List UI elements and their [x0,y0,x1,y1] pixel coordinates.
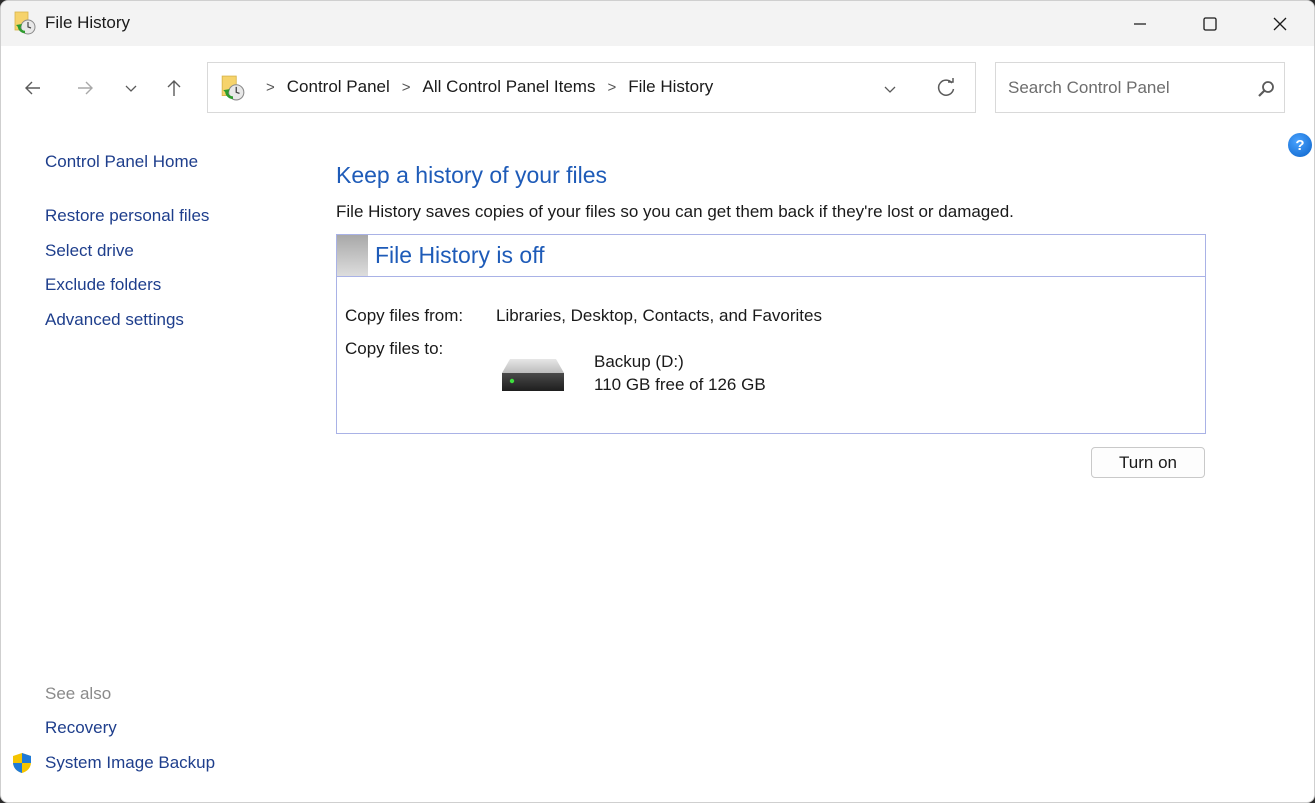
file-history-window: File History > Control Panel > All Contr… [0,0,1315,803]
sidebar-select-drive[interactable]: Select drive [45,241,134,261]
file-history-folder-icon [221,75,245,101]
uac-shield-icon [13,753,31,773]
address-bar[interactable]: > Control Panel > All Control Panel Item… [207,62,976,113]
arrow-up-icon [167,80,181,96]
maximize-button[interactable] [1175,1,1245,46]
status-title: File History is off [375,242,545,268]
breadcrumb-separator: > [401,78,411,96]
sidebar-restore-personal-files[interactable]: Restore personal files [45,206,209,226]
see-also-system-image-backup[interactable]: System Image Backup [45,753,215,773]
search-input[interactable] [1008,75,1238,101]
minimize-icon [1134,22,1146,25]
breadcrumb-control-panel[interactable]: Control Panel [287,77,390,97]
arrow-right-icon [78,81,93,95]
address-dropdown-icon[interactable] [880,79,900,99]
back-button[interactable] [18,73,48,103]
status-panel: File History is off Copy files from: Lib… [336,234,1206,434]
arrow-left-icon [25,81,40,95]
search-box[interactable] [995,62,1285,113]
close-button[interactable] [1245,1,1314,46]
recent-locations-button[interactable] [116,73,146,103]
sidebar-exclude-folders[interactable]: Exclude folders [45,275,161,295]
close-icon [1273,17,1287,30]
breadcrumb-file-history[interactable]: File History [628,77,713,97]
copy-to-label: Copy files to: [345,339,444,358]
minimize-button[interactable] [1105,1,1175,46]
breadcrumb-separator: > [266,78,275,96]
up-button[interactable] [159,73,189,103]
drive-name: Backup (D:) [594,352,684,371]
breadcrumb-all-control-panel-items[interactable]: All Control Panel Items [423,77,596,97]
page-heading: Keep a history of your files [336,162,608,188]
breadcrumb-separator: > [607,78,617,96]
hard-drive-icon [502,359,564,391]
turn-on-button[interactable]: Turn on [1091,447,1205,478]
search-icon[interactable] [1256,79,1276,99]
sidebar-control-panel-home[interactable]: Control Panel Home [45,152,198,172]
help-button[interactable]: ? [1288,133,1312,157]
see-also-label: See also [45,684,112,703]
drive-free-space: 110 GB free of 126 GB [594,375,766,394]
chevron-down-icon [125,85,137,92]
see-also-recovery[interactable]: Recovery [45,718,117,738]
breadcrumb: > Control Panel > All Control Panel Item… [254,77,713,97]
forward-button[interactable] [70,73,100,103]
window-title: File History [45,13,131,32]
copy-from-label: Copy files from: [345,306,464,325]
title-bar[interactable]: File History [1,1,1314,46]
status-header: File History is off [337,235,1205,277]
maximize-icon [1203,16,1217,31]
status-indicator [337,235,368,276]
refresh-icon[interactable] [935,77,957,99]
page-description: File History saves copies of your files … [336,202,1014,221]
copy-from-value: Libraries, Desktop, Contacts, and Favori… [496,306,822,325]
sidebar-advanced-settings[interactable]: Advanced settings [45,310,184,330]
file-history-app-icon [14,11,36,35]
